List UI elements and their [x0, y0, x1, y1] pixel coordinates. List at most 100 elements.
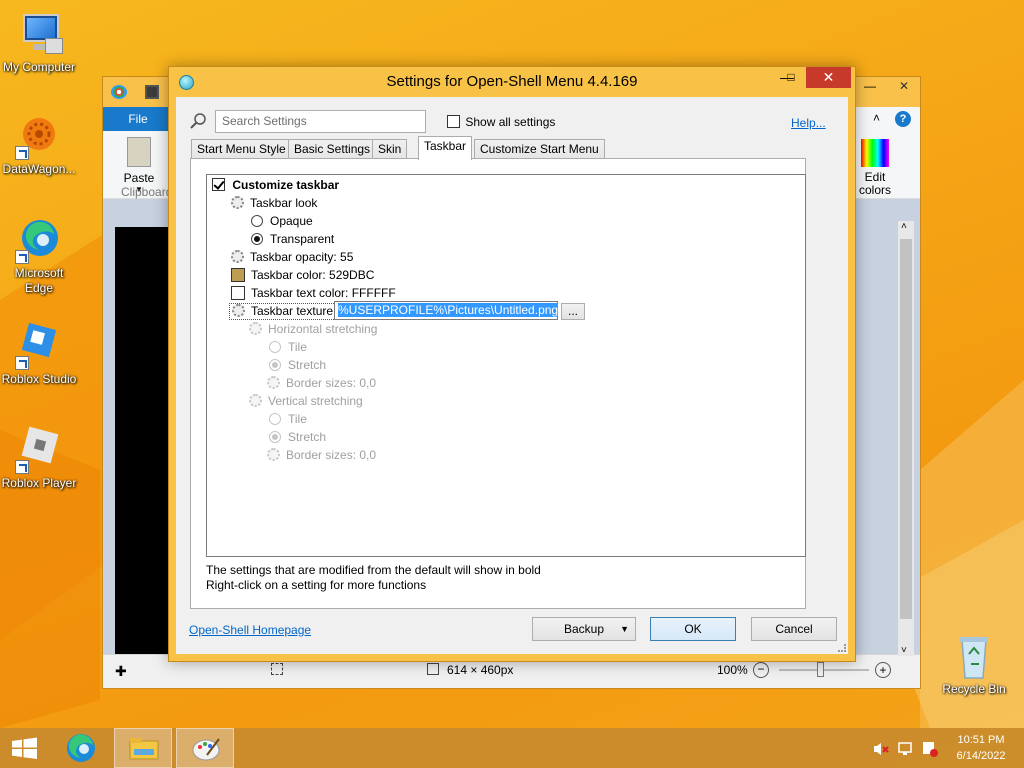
recycle-bin-icon	[950, 632, 998, 680]
desktop-icon-label: Roblox Player	[1, 476, 77, 490]
taskbar-color-swatch	[231, 268, 245, 282]
close-button[interactable]: ✕	[806, 67, 851, 88]
browse-button[interactable]: ...	[561, 303, 585, 320]
desktop-icon-label: Microsoft Edge	[14, 266, 64, 295]
minimize-button[interactable]: —	[855, 79, 885, 97]
setting-opaque[interactable]: Opaque	[251, 212, 313, 230]
windows-logo-icon	[12, 737, 37, 759]
maximize-button[interactable]: □	[778, 67, 804, 88]
checkbox[interactable]	[447, 115, 460, 128]
setting-horizontal-stretching[interactable]: Horizontal stretching	[249, 320, 377, 338]
file-tab[interactable]: File	[103, 107, 173, 131]
tab-start-menu-style[interactable]: Start Menu Style	[191, 139, 292, 159]
desktop-icon-recycle-bin[interactable]: Recycle Bin	[936, 632, 1012, 697]
desktop-icon-microsoft-edge[interactable]: Microsoft Edge	[1, 216, 77, 296]
resize-grip-icon[interactable]	[838, 644, 846, 652]
volume-muted-icon[interactable]	[873, 741, 889, 755]
setting-label: Opaque	[270, 214, 313, 228]
radio-v-tile[interactable]	[269, 413, 281, 425]
setting-h-stretch[interactable]: Stretch	[269, 356, 326, 374]
radio-h-stretch[interactable]	[269, 359, 281, 371]
backup-button[interactable]: Backup ▼	[532, 617, 636, 641]
taskbar-edge[interactable]	[56, 728, 106, 768]
taskbar: 10:51 PM 6/14/2022	[0, 728, 1024, 768]
gear-icon	[267, 448, 280, 461]
scroll-thumb[interactable]	[900, 239, 912, 619]
roblox-player-icon	[15, 426, 63, 474]
backup-label: Backup	[563, 622, 605, 636]
clock-date: 6/14/2022	[956, 750, 1006, 762]
homepage-link[interactable]: Open-Shell Homepage	[189, 623, 311, 637]
network-icon[interactable]	[898, 741, 914, 760]
clock[interactable]: 10:51 PM 6/14/2022	[950, 732, 1012, 764]
zoom-out-button[interactable]: −	[753, 662, 769, 678]
tab-customize-start-menu[interactable]: Customize Start Menu	[474, 139, 605, 159]
customize-taskbar-checkbox[interactable]	[212, 178, 225, 191]
setting-vertical-stretching[interactable]: Vertical stretching	[249, 392, 363, 410]
action-center-icon[interactable]	[922, 741, 938, 760]
desktop-icon-my-computer[interactable]: My Computer	[1, 10, 77, 75]
setting-taskbar-color[interactable]: Taskbar color: 529DBC	[231, 266, 374, 284]
setting-h-tile[interactable]: Tile	[269, 338, 307, 356]
desktop-icon-roblox-player[interactable]: Roblox Player	[1, 426, 77, 491]
texture-path-input[interactable]: %USERPROFILE%\Pictures\Untitled.png	[334, 301, 559, 320]
setting-taskbar-text-color[interactable]: Taskbar text color: FFFFFF	[231, 284, 396, 302]
start-button[interactable]	[0, 728, 48, 768]
vertical-scrollbar[interactable]: ˄ ˅	[898, 221, 914, 656]
search-input[interactable]: Search Settings	[215, 110, 426, 133]
setting-taskbar-opacity[interactable]: Taskbar opacity: 55	[231, 248, 353, 266]
setting-label: Stretch	[288, 430, 327, 444]
settings-tree[interactable]: Customize taskbar Taskbar look Opaque Tr…	[206, 174, 806, 557]
edit-colors-button[interactable]: Edit colors	[855, 139, 895, 197]
cancel-button[interactable]: Cancel	[751, 617, 837, 641]
image-size-icon	[427, 663, 439, 675]
help-icon[interactable]: ?	[895, 111, 911, 127]
setting-label: Tile	[288, 340, 307, 354]
radio-opaque[interactable]	[251, 215, 263, 227]
zoom-slider[interactable]	[779, 669, 869, 671]
paint-app-icon	[111, 85, 127, 99]
gear-icon	[249, 322, 262, 335]
setting-v-tile[interactable]: Tile	[269, 410, 307, 428]
zoom-slider-thumb[interactable]	[817, 662, 824, 677]
taskbar-file-explorer[interactable]	[114, 728, 172, 768]
settings-dialog[interactable]: Settings for Open-Shell Menu 4.4.169 — □…	[168, 66, 856, 662]
scroll-down-icon[interactable]: ˅	[901, 645, 907, 656]
move-icon: ✚	[115, 663, 127, 679]
radio-v-stretch[interactable]	[269, 431, 281, 443]
save-icon[interactable]	[145, 85, 159, 99]
setting-taskbar-look[interactable]: Taskbar look	[231, 194, 317, 212]
ribbon-collapse-icon[interactable]: ˄	[873, 111, 880, 125]
tab-taskbar[interactable]: Taskbar	[418, 136, 473, 160]
close-button[interactable]: ✕	[889, 79, 919, 97]
tab-basic-settings[interactable]: Basic Settings	[288, 139, 377, 159]
ok-button[interactable]: OK	[650, 617, 736, 641]
setting-label: Taskbar text color: FFFFFF	[251, 286, 396, 300]
setting-v-border-sizes[interactable]: Border sizes: 0,0	[267, 446, 376, 464]
radio-transparent[interactable]	[251, 233, 263, 245]
dialog-title: Settings for Open-Shell Menu 4.4.169	[386, 73, 638, 90]
setting-label: Taskbar color: 529DBC	[251, 268, 375, 282]
gear-icon	[231, 250, 244, 263]
help-link[interactable]: Help...	[791, 116, 826, 130]
radio-h-tile[interactable]	[269, 341, 281, 353]
desktop-icon-datawagon[interactable]: DataWagon...	[1, 112, 77, 177]
folder-icon	[129, 738, 159, 760]
setting-h-border-sizes[interactable]: Border sizes: 0,0	[267, 374, 376, 392]
note-right-click: Right-click on a setting for more functi…	[206, 578, 427, 592]
desktop-icon-roblox-studio[interactable]: Roblox Studio	[1, 322, 77, 387]
taskbar-paint[interactable]	[176, 728, 234, 768]
show-all-settings-checkbox[interactable]: Show all settings	[447, 115, 555, 129]
setting-customize-taskbar[interactable]: Customize taskbar	[212, 176, 339, 194]
tab-skin[interactable]: Skin	[372, 139, 408, 159]
setting-taskbar-texture[interactable]: Taskbar texture	[229, 302, 337, 320]
desktop-icon-label: My Computer	[2, 60, 76, 74]
desktop-icon-label: DataWagon...	[2, 162, 76, 176]
scroll-up-icon[interactable]: ˄	[901, 221, 907, 232]
image-size-text: 614 × 460px	[447, 663, 514, 677]
paint-canvas[interactable]	[115, 227, 175, 655]
setting-v-stretch[interactable]: Stretch	[269, 428, 326, 446]
zoom-in-button[interactable]: +	[875, 662, 891, 678]
setting-transparent[interactable]: Transparent	[251, 230, 334, 248]
search-icon	[190, 113, 206, 132]
